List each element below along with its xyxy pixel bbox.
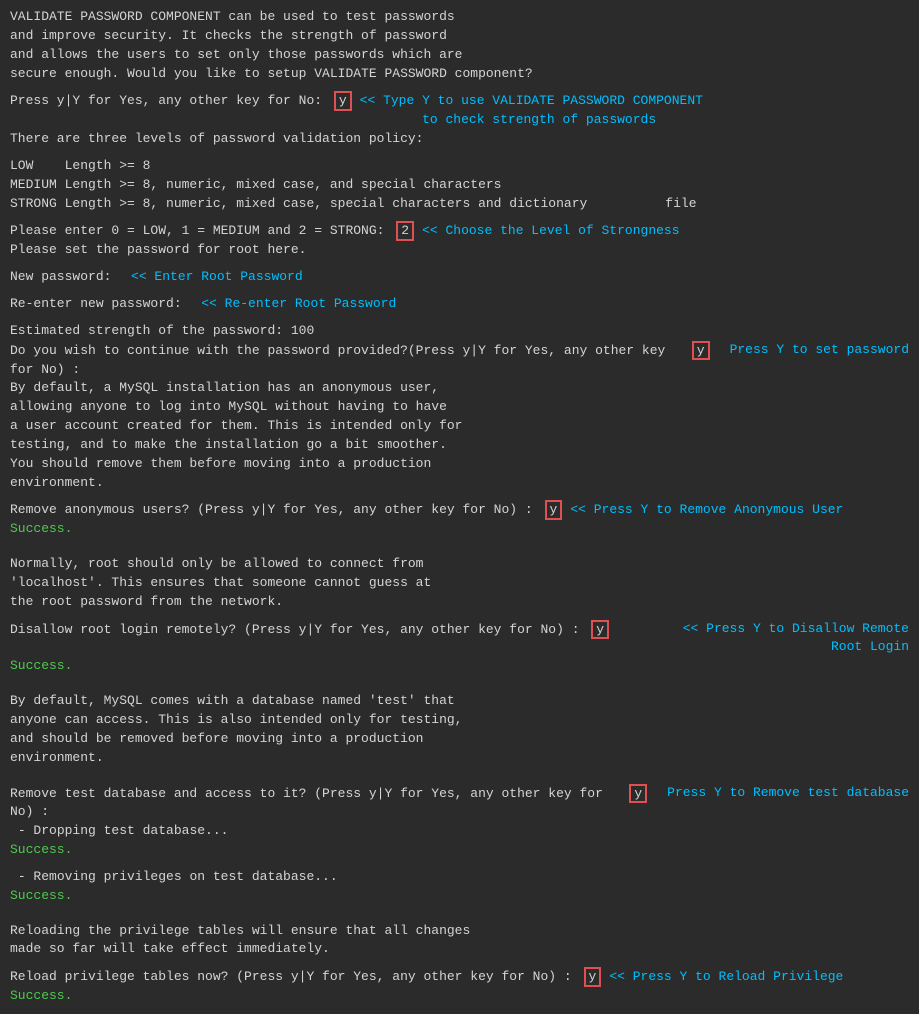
- prompt-text: Do you wish to continue with the passwor…: [10, 342, 688, 380]
- terminal-text-line: - Dropping test database...: [10, 822, 909, 841]
- terminal-input-annotation-right: Re-enter new password: << Re-enter Root …: [10, 295, 909, 314]
- key-input: y: [584, 967, 602, 987]
- terminal-input-right-annotation: Do you wish to continue with the passwor…: [10, 341, 909, 380]
- terminal-text-line: and should be removed before moving into…: [10, 730, 909, 749]
- annotation-text: << Choose the Level of Strongness: [422, 222, 679, 241]
- prompt-text: Please enter 0 = LOW, 1 = MEDIUM and 2 =…: [10, 222, 392, 241]
- spacer: [10, 684, 909, 692]
- terminal-input-line: Remove anonymous users? (Press y|Y for Y…: [10, 500, 909, 520]
- prompt-text: Disallow root login remotely? (Press y|Y…: [10, 621, 587, 640]
- spacer: [10, 260, 909, 268]
- terminal-input-line: Please enter 0 = LOW, 1 = MEDIUM and 2 =…: [10, 221, 909, 241]
- terminal-text-line: environment.: [10, 474, 909, 493]
- key-input: y: [629, 784, 647, 804]
- spacer: [10, 547, 909, 555]
- annotation-text: << Press Y to Remove Anonymous User: [570, 501, 843, 520]
- key-input: y: [545, 500, 563, 520]
- terminal-input-annotation-right: New password: << Enter Root Password: [10, 268, 909, 287]
- prompt-text: Remove anonymous users? (Press y|Y for Y…: [10, 501, 541, 520]
- key-input: 2: [396, 221, 414, 241]
- terminal-text-line: a user account created for them. This is…: [10, 417, 909, 436]
- prompt-text: Remove test database and access to it? (…: [10, 785, 625, 823]
- annotation-text: << Press Y to Disallow Remote Root Login: [628, 620, 909, 658]
- spacer: [10, 492, 909, 500]
- spacer: [10, 676, 909, 684]
- spacer: [10, 776, 909, 784]
- terminal-text-line: By default, a MySQL installation has an …: [10, 379, 909, 398]
- terminal-text-line: made so far will take effect immediately…: [10, 940, 909, 959]
- terminal-text-line: There are three levels of password valid…: [10, 130, 909, 149]
- terminal-input-right-annotation: Remove test database and access to it? (…: [10, 784, 909, 823]
- spacer: [10, 914, 909, 922]
- terminal-text-line: Please set the password for root here.: [10, 241, 909, 260]
- prompt-left: Disallow root login remotely? (Press y|Y…: [10, 620, 613, 640]
- terminal-text-line: Normally, root should only be allowed to…: [10, 555, 909, 574]
- terminal-text-line: - Removing privileges on test database..…: [10, 868, 909, 887]
- terminal-text-line: STRONG Length >= 8, numeric, mixed case,…: [10, 195, 909, 214]
- terminal-text-line: the root password from the network.: [10, 593, 909, 612]
- terminal-text-line: MEDIUM Length >= 8, numeric, mixed case,…: [10, 176, 909, 195]
- terminal-success-line: Success.: [10, 520, 909, 539]
- terminal-window: VALIDATE PASSWORD COMPONENT can be used …: [10, 8, 909, 1006]
- terminal-text-line: anyone can access. This is also intended…: [10, 711, 909, 730]
- terminal-text-line: Estimated strength of the password: 100: [10, 322, 909, 341]
- spacer: [10, 213, 909, 221]
- prompt-left: Remove test database and access to it? (…: [10, 784, 651, 823]
- terminal-text-line: secure enough. Would you like to setup V…: [10, 65, 909, 84]
- terminal-success-line: Success.: [10, 841, 909, 860]
- terminal-success-line: Success.: [10, 987, 909, 1006]
- terminal-text-line: LOW Length >= 8: [10, 157, 909, 176]
- key-input: y: [334, 91, 352, 111]
- terminal-input-line: Press y|Y for Yes, any other key for No:…: [10, 91, 909, 130]
- prompt-text: Reload privilege tables now? (Press y|Y …: [10, 968, 580, 987]
- prompt-left: Do you wish to continue with the passwor…: [10, 341, 714, 380]
- annotation-text: << Re-enter Root Password: [201, 295, 396, 314]
- key-input: y: [591, 620, 609, 640]
- prompt-text: Press y|Y for Yes, any other key for No:: [10, 92, 330, 111]
- terminal-text-line: and allows the users to set only those p…: [10, 46, 909, 65]
- terminal-text-line: By default, MySQL comes with a database …: [10, 692, 909, 711]
- spacer: [10, 612, 909, 620]
- terminal-success-line: Success.: [10, 887, 909, 906]
- spacer: [10, 287, 909, 295]
- terminal-text-line: 'localhost'. This ensures that someone c…: [10, 574, 909, 593]
- terminal-success-line: Success.: [10, 657, 909, 676]
- terminal-text-line: You should remove them before moving int…: [10, 455, 909, 474]
- terminal-text-line: allowing anyone to log into MySQL withou…: [10, 398, 909, 417]
- terminal-text-line: Reloading the privilege tables will ensu…: [10, 922, 909, 941]
- annotation-text: Press Y to set password: [714, 341, 909, 360]
- terminal-input-right-annotation: Disallow root login remotely? (Press y|Y…: [10, 620, 909, 658]
- spacer: [10, 768, 909, 776]
- prompt-text: Re-enter new password:: [10, 295, 197, 314]
- terminal-text-line: VALIDATE PASSWORD COMPONENT can be used …: [10, 8, 909, 27]
- annotation-text: Press Y to Remove test database: [651, 784, 909, 803]
- spacer: [10, 906, 909, 914]
- terminal-text-line: and improve security. It checks the stre…: [10, 27, 909, 46]
- spacer: [10, 83, 909, 91]
- spacer: [10, 314, 909, 322]
- prompt-text: New password:: [10, 268, 127, 287]
- spacer: [10, 539, 909, 547]
- annotation-text: << Enter Root Password: [131, 268, 303, 287]
- annotation-text: << Type Y to use VALIDATE PASSWORD COMPO…: [360, 92, 703, 130]
- key-input: y: [692, 341, 710, 361]
- terminal-text-line: testing, and to make the installation go…: [10, 436, 909, 455]
- spacer: [10, 860, 909, 868]
- spacer: [10, 959, 909, 967]
- spacer: [10, 149, 909, 157]
- terminal-input-line: Reload privilege tables now? (Press y|Y …: [10, 967, 909, 987]
- annotation-text: << Press Y to Reload Privilege: [609, 968, 843, 987]
- terminal-text-line: environment.: [10, 749, 909, 768]
